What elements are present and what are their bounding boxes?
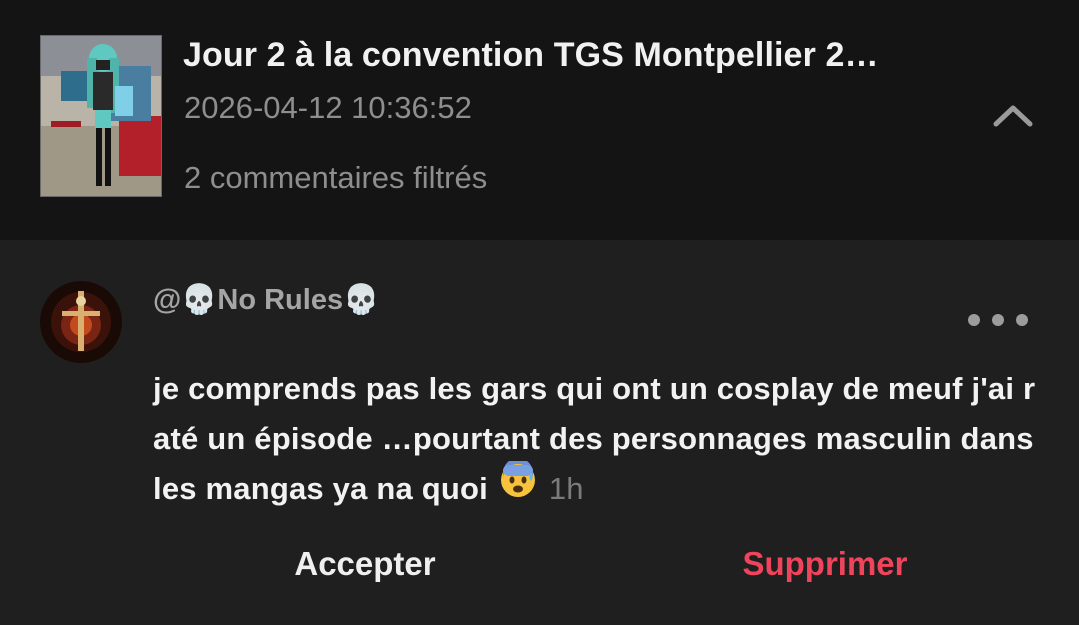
avatar-image (40, 281, 122, 363)
video-date: 2026-04-12 10:36:52 (184, 90, 472, 125)
comment-body: je comprends pas les gars qui ont un cos… (153, 364, 1038, 514)
filtered-comment-review-screen: Jour 2 à la convention TGS Montpellier 2… (0, 0, 1079, 625)
more-options-button[interactable] (960, 305, 1036, 335)
comment-time: 1h (548, 471, 584, 506)
delete-button[interactable]: Supprimer (700, 536, 950, 592)
comment-text: je comprends pas les gars qui ont un cos… (153, 371, 1036, 506)
collapse-button[interactable] (990, 100, 1036, 130)
more-horizontal-icon (968, 314, 1028, 326)
cosplay-thumbnail-image (41, 36, 161, 196)
anxious-face-emoji (499, 458, 537, 514)
video-thumbnail[interactable] (40, 35, 162, 197)
avatar[interactable] (40, 281, 122, 363)
video-header[interactable]: Jour 2 à la convention TGS Montpellier 2… (0, 0, 1079, 240)
chevron-up-icon (993, 105, 1033, 127)
accept-button[interactable]: Accepter (245, 536, 485, 592)
video-title: Jour 2 à la convention TGS Montpellier 2… (183, 36, 879, 74)
comment-username[interactable]: @💀No Rules💀 (153, 283, 379, 317)
filtered-comments-count: 2 commentaires filtrés (184, 160, 488, 195)
